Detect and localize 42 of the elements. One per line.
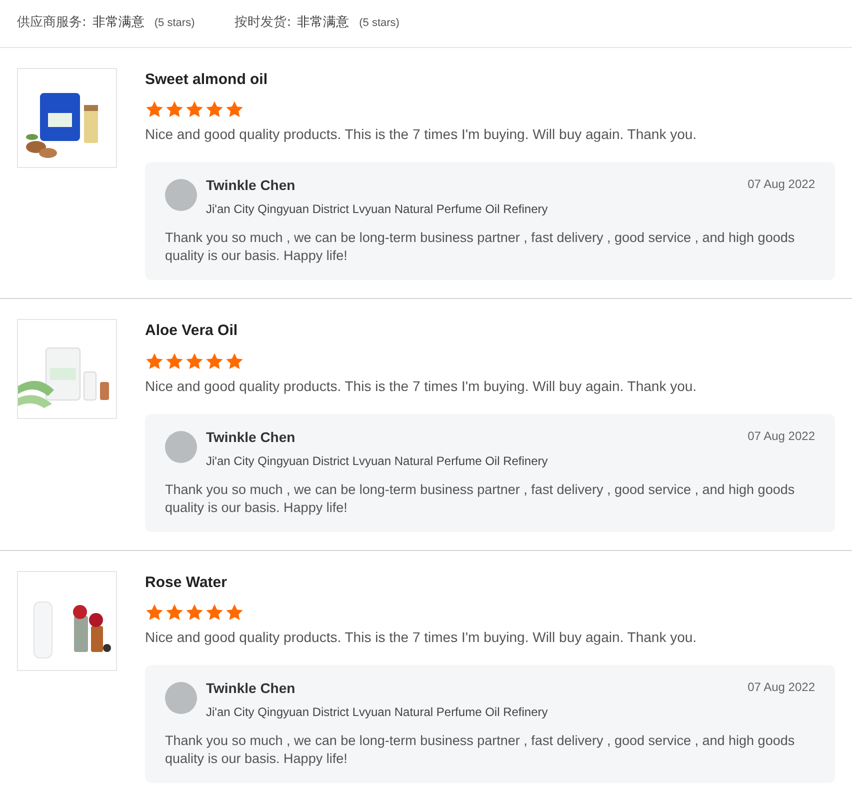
star-icon [205, 603, 224, 622]
star-icon [185, 352, 204, 370]
avatar [165, 179, 197, 211]
review-comment: Nice and good quality products. This is the 7 times I'm buying. Will buy again. Thank you. [145, 376, 698, 396]
reply-date: 07 Aug 2022 [748, 176, 815, 193]
replier-company: Ji'an City Qingyuan District Lvyuan Natural Perfume Oil Refinery [206, 704, 549, 721]
reply-date: 07 Aug 2022 [748, 679, 815, 696]
avatar [165, 682, 197, 714]
reply-date: 07 Aug 2022 [748, 428, 815, 444]
replier-name: Twinkle Chen [206, 176, 296, 195]
reply-text: Thank you so much , we can be long-term business partner , fast delivery , good service , and high goods quality is our basis. Happy life! [165, 732, 796, 768]
product-title[interactable]: Sweet almond oil [145, 68, 835, 91]
star-icon [165, 603, 184, 622]
star-icon [165, 352, 184, 370]
rating-value: 非常满意 [92, 14, 144, 32]
rating-label: 按时发货: [234, 14, 292, 32]
star-icon [165, 100, 184, 119]
rating-label: 供应商服务: [17, 14, 86, 32]
rating-value: 非常满意 [297, 14, 350, 32]
star-icon [185, 603, 204, 622]
star-icon [225, 603, 244, 622]
rating-stars-text: (5 stars) [359, 16, 400, 30]
star-icon [205, 100, 224, 119]
star-icon [185, 100, 204, 119]
star-icon [145, 100, 164, 119]
star-icon [145, 603, 164, 622]
reply-text: Thank you so much , we can be long-term business partner , fast delivery , good service , and high goods quality is our basis. Happy life! [165, 480, 796, 516]
avatar [165, 430, 197, 462]
replier-company: Ji'an City Qingyuan District Lvyuan Natural Perfume Oil Refinery [206, 201, 549, 218]
rating-stars-text: (5 stars) [154, 16, 195, 30]
product-title[interactable]: Aloe Vera Oil [145, 320, 835, 342]
replier-name: Twinkle Chen [206, 428, 296, 446]
star-icon [225, 100, 244, 119]
replier-name: Twinkle Chen [206, 679, 296, 698]
star-icon [205, 352, 224, 370]
star-icon [145, 352, 164, 370]
replier-company: Ji'an City Qingyuan District Lvyuan Natural Perfume Oil Refinery [206, 452, 549, 470]
review-comment: Nice and good quality products. This is the 7 times I'm buying. Will buy again. Thank you. [145, 628, 698, 647]
reply-text: Thank you so much , we can be long-term business partner , fast delivery , good service , and high goods quality is our basis. Happy life! [165, 229, 796, 265]
review-comment: Nice and good quality products. This is the 7 times I'm buying. Will buy again. Thank you. [145, 125, 698, 144]
product-title[interactable]: Rose Water [145, 572, 835, 594]
star-icon [225, 352, 244, 370]
